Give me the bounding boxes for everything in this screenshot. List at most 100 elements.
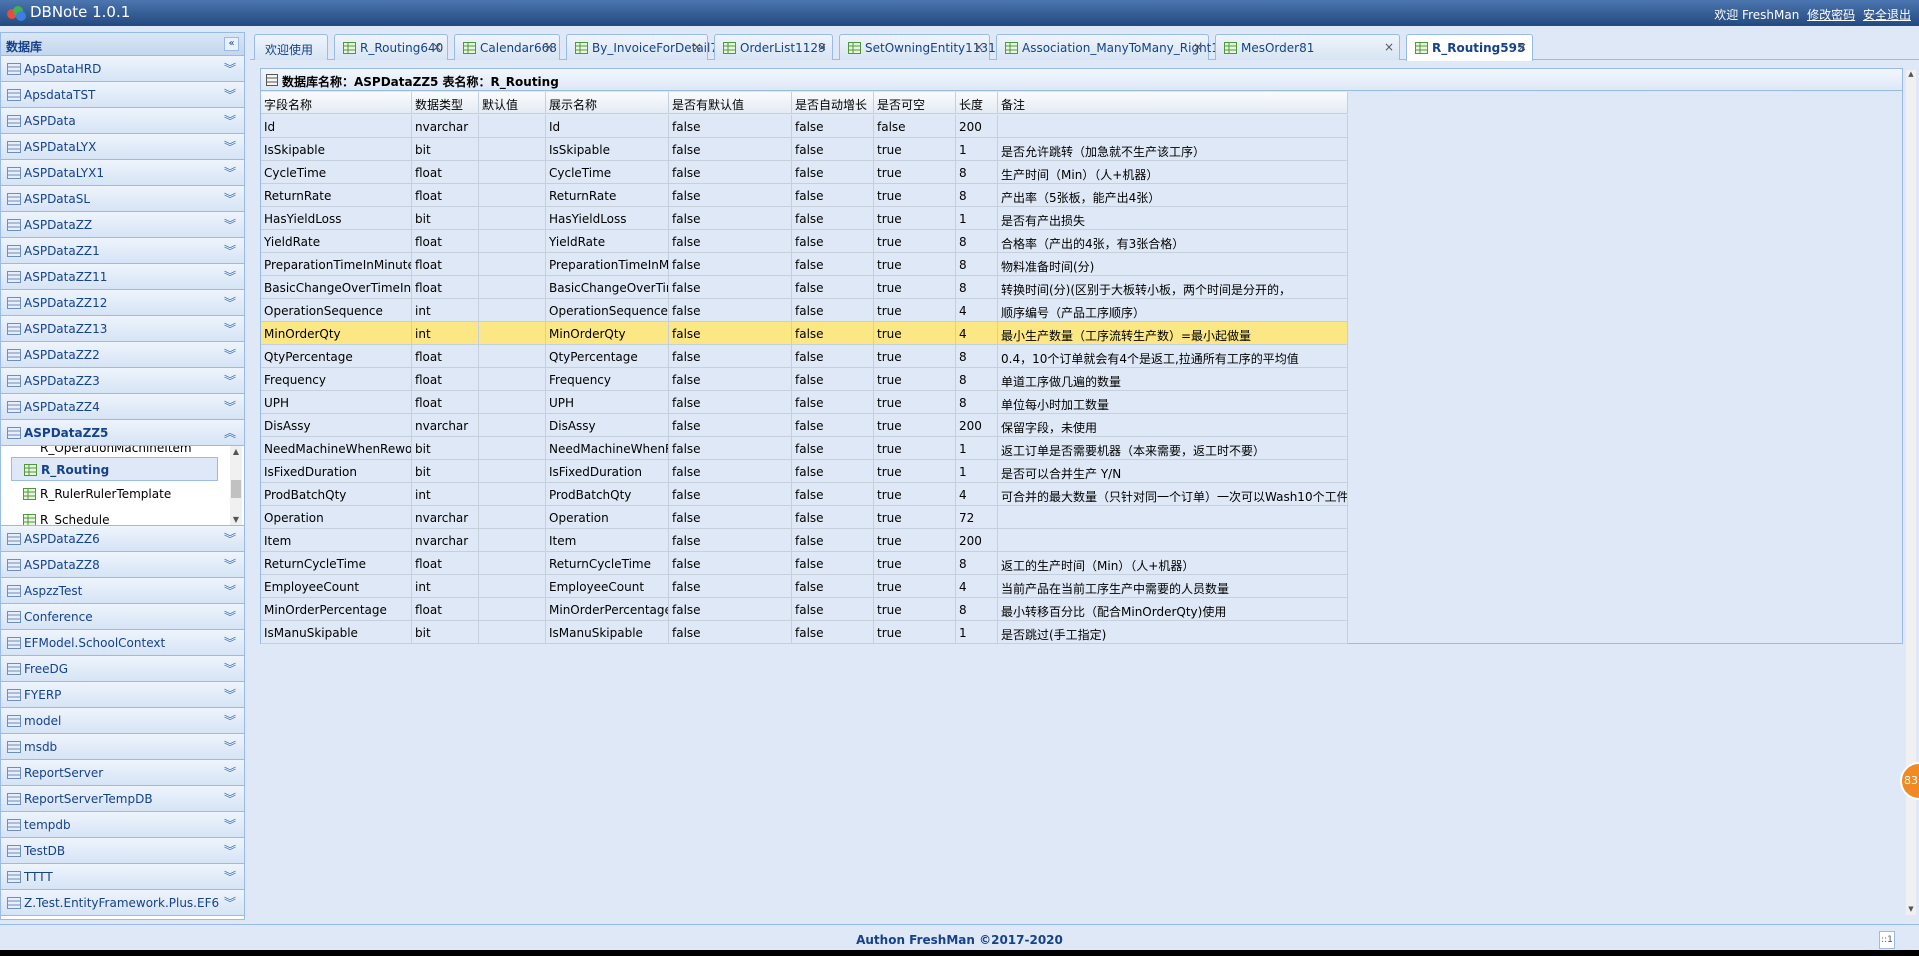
grid-row[interactable]: IsFixedDuration bit IsFixedDuration false fa… [261,460,1348,483]
database-item[interactable]: ReportServerTempDB ︾ [1,786,244,812]
database-item[interactable]: ASPDataZZ3 ︾ [1,368,244,394]
table-icon [343,42,356,54]
column-header[interactable]: 长度 [956,92,998,114]
tab[interactable]: Association_ManyToMany_Right1158 × [996,34,1242,60]
grid-row[interactable]: IsSkipable bit IsSkipable false false true 1 是否… [261,138,1348,161]
table-item[interactable]: R_RulerRulerTemplate [11,482,218,506]
close-icon[interactable]: × [817,40,827,54]
database-item-active[interactable]: ASPDataZZ5 ︽ [1,420,244,446]
scroll-thumb[interactable] [231,480,241,498]
database-item[interactable]: ASPDataZZ12 ︾ [1,290,244,316]
grid-row[interactable]: DisAssy nvarchar DisAssy false false true 200 保… [261,414,1348,437]
database-item[interactable]: Conference ︾ [1,604,244,630]
close-icon[interactable]: × [1193,40,1203,54]
database-item[interactable]: TestDB ︾ [1,838,244,864]
grid-row[interactable]: YieldRate float YieldRate false false true 8 合格… [261,230,1348,253]
column-header[interactable]: 字段名称 [261,92,412,114]
close-icon[interactable]: × [974,40,984,54]
grid-row[interactable]: QtyPercentage float QtyPercentage false fals… [261,345,1348,368]
grid-row[interactable]: Item nvarchar Item false false true 200 [261,529,1348,552]
grid-row[interactable]: Id nvarchar Id false false false 200 [261,115,1348,138]
tab[interactable]: By_InvoiceForDetail721 × [566,34,733,60]
grid-row[interactable]: HasYieldLoss bit HasYieldLoss false false tru… [261,207,1348,230]
close-icon[interactable]: × [1384,40,1394,54]
database-item[interactable]: EFModel.SchoolContext ︾ [1,630,244,656]
database-item[interactable]: ASPDataLYX ︾ [1,134,244,160]
scroll-up-icon[interactable]: ▲ [230,446,242,458]
tab[interactable]: OrderList1129 × [714,34,833,60]
close-icon[interactable]: × [692,40,702,54]
database-item[interactable]: AspzzTest ︾ [1,578,244,604]
change-password-link[interactable]: 修改密码 [1807,8,1855,22]
grid-row[interactable]: BasicChangeOverTimeInMinutefloatBasicCha… [261,276,1348,299]
grid-row[interactable]: UPH float UPH false false true 8 单位每小时加工数量 [261,391,1348,414]
tab-active[interactable]: R_Routing595 × [1406,34,1533,61]
database-item[interactable]: TTTT ︾ [1,864,244,890]
database-item[interactable]: Z.Test.EntityFramework.Plus.EF6 ︾ [1,890,244,916]
column-header[interactable]: 是否有默认值 [669,92,792,114]
grid-row[interactable]: MinOrderPercentage float MinOrderPercentag… [261,598,1348,621]
remark-cell: 合格率（产出的4张，有3张合格） [998,230,1348,253]
database-item[interactable]: ApsDataHRD ︾ [1,56,244,82]
close-icon[interactable]: × [432,40,442,54]
tab[interactable]: Calendar668 × [454,34,560,60]
display-name-cell: MinOrderQty [546,322,669,345]
data-type-cell: float [412,368,479,391]
database-item[interactable]: ReportServer ︾ [1,760,244,786]
column-header[interactable]: 是否可空 [874,92,956,114]
table-item[interactable]: R_Schedule [11,508,218,525]
column-header[interactable]: 默认值 [479,92,546,114]
tab[interactable]: SetOwningEntity1131 × [839,34,996,60]
field-name-cell: ReturnCycleTime [261,552,412,575]
tab[interactable]: R_Routing640 × [334,34,448,60]
grid-row[interactable]: EmployeeCount int EmployeeCount false false t… [261,575,1348,598]
database-item[interactable]: ASPDataLYX1 ︾ [1,160,244,186]
database-item[interactable]: FreeDG ︾ [1,656,244,682]
double-left-chevron-icon[interactable]: « [224,37,239,51]
grid-row[interactable]: PreparationTimeInMinute float PreparationT… [261,253,1348,276]
database-item[interactable]: model ︾ [1,708,244,734]
scroll-up-icon[interactable]: ▲ [1906,70,1916,80]
database-item[interactable]: ASPDataZZ13 ︾ [1,316,244,342]
database-item[interactable]: ASPDataSL ︾ [1,186,244,212]
grid-row[interactable]: ReturnRate float ReturnRate false false true 8… [261,184,1348,207]
close-icon[interactable]: × [544,40,554,54]
grid-row[interactable]: IsManuSkipable bit IsManuSkipable false fals… [261,621,1348,644]
database-item[interactable]: ASPDataZZ2 ︾ [1,342,244,368]
column-header[interactable]: 备注 [998,92,1348,114]
close-icon[interactable]: × [1517,40,1527,54]
table-item-selected[interactable]: R_Routing [11,457,218,481]
database-item[interactable]: FYERP ︾ [1,682,244,708]
database-item[interactable]: tempdb ︾ [1,812,244,838]
remark-cell: 最小生产数量（工序流转生产数）=最小起做量 [998,322,1348,345]
database-item[interactable]: ApsdataTST ︾ [1,82,244,108]
database-item[interactable]: msdb ︾ [1,734,244,760]
database-item[interactable]: ASPDataZZ1 ︾ [1,238,244,264]
database-item[interactable]: ASPDataZZ ︾ [1,212,244,238]
grid-row[interactable]: Operation nvarchar Operation false false true… [261,506,1348,529]
database-item[interactable]: ASPDataZZ4 ︾ [1,394,244,420]
scroll-down-icon[interactable]: ▼ [1906,905,1916,915]
grid-row[interactable]: ReturnCycleTime float ReturnCycleTime false… [261,552,1348,575]
grid-row[interactable]: Frequency float Frequency false false true 8 单道… [261,368,1348,391]
table-list-scrollbar[interactable]: ▲ ▼ [230,446,242,525]
database-item[interactable]: ASPDataZZ8 ︾ [1,552,244,578]
column-header[interactable]: 是否自动增长 [792,92,874,114]
database-item[interactable]: ASPDataZZ6 ︾ [1,526,244,552]
database-item[interactable]: ASPDataZZ11 ︾ [1,264,244,290]
tab[interactable]: MesOrder81 × [1215,34,1400,60]
scroll-down-icon[interactable]: ▼ [230,514,242,525]
auto-increment-cell: false [792,529,874,552]
logout-link[interactable]: 安全退出 [1863,8,1911,22]
grid-row[interactable]: NeedMachineWhenReworkbitNeedMachineWhenR… [261,437,1348,460]
grid-row[interactable]: OperationSequence int OperationSequence fal… [261,299,1348,322]
nullable-cell: true [874,414,956,437]
database-item[interactable]: ASPData ︾ [1,108,244,134]
grid-row-selected[interactable]: MinOrderQty int MinOrderQty false false true 4… [261,322,1348,345]
remark-cell: 可合并的最大数量（只针对同一个订单）一次可以Wash10个工件 [998,483,1348,506]
tab[interactable]: 欢迎使用 [254,34,328,60]
grid-row[interactable]: CycleTime float CycleTime false false true 8 生产… [261,161,1348,184]
column-header[interactable]: 展示名称 [546,92,669,114]
grid-row[interactable]: ProdBatchQty int ProdBatchQty false false tru… [261,483,1348,506]
column-header[interactable]: 数据类型 [412,92,479,114]
